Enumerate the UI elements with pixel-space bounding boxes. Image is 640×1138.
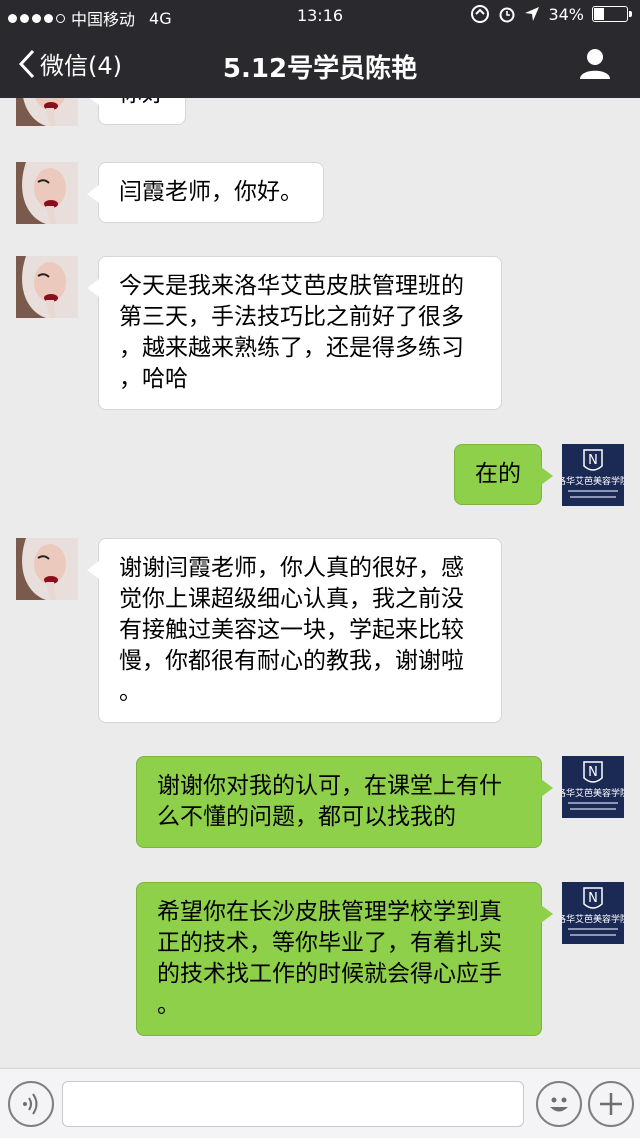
emoji-icon xyxy=(550,1097,568,1112)
brand-logo-icon: N 洛华艾芭美容学院 xyxy=(562,882,624,944)
message-line: 慢，你都很有耐心的教我，谢谢啦 xyxy=(119,648,464,674)
contact-avatar-image xyxy=(16,98,78,126)
chat-title: 5.12号学员陈艳 xyxy=(222,54,418,84)
avatar[interactable] xyxy=(16,162,78,224)
voice-button[interactable] xyxy=(8,1081,54,1127)
message-line: 觉你上课超级细心认真，我之前没 xyxy=(119,586,464,612)
logo-letter: N xyxy=(588,765,598,780)
logo-letter: N xyxy=(588,891,598,906)
message-line: 有接触过美容这一块，学起来比较 xyxy=(119,617,464,643)
avatar[interactable] xyxy=(16,538,78,600)
message-line: 。 xyxy=(119,679,142,705)
message-bubble-incoming[interactable]: 谢谢闫霞老师，你人真的很好，感 觉你上课超级细心认真，我之前没 有接触过美容这一… xyxy=(87,538,502,723)
message-line: 么不懂的问题，都可以找我的 xyxy=(157,804,456,830)
message-line: 。 xyxy=(157,992,180,1018)
message-line: 谢谢闫霞老师，你人真的很好，感 xyxy=(119,555,464,581)
message-text: 闫霞老师，你好。 xyxy=(119,179,303,205)
avatar-self[interactable]: N 洛华艾芭美容学院 xyxy=(562,882,624,944)
alarm-icon xyxy=(499,7,515,23)
message-line: 希望你在长沙皮肤管理学校学到真 xyxy=(157,899,502,925)
logo-name: 洛华艾芭美容学院 xyxy=(562,913,624,925)
brand-logo-icon: N 洛华艾芭美容学院 xyxy=(562,444,624,506)
message-line: 第三天，手法技巧比之前好了很多 xyxy=(119,304,464,330)
message-text: 你好 xyxy=(119,98,165,107)
battery-label: 34% xyxy=(548,4,584,24)
message-line: 的技术找工作的时候就会得心应手 xyxy=(157,961,502,987)
top-bar: 中国移动 4G 13:16 34% 微信(4) 5.12号学员陈艳 xyxy=(0,0,640,98)
sync-icon xyxy=(471,5,490,23)
message-line: ，越来越来熟练了，还是得多练习 xyxy=(119,335,464,361)
message-line: 今天是我来洛华艾芭皮肤管理班的 xyxy=(119,273,464,299)
message-bubble-incoming[interactable]: 今天是我来洛华艾芭皮肤管理班的 第三天，手法技巧比之前好了很多 ，越来越来熟练了… xyxy=(87,256,502,410)
message-line: ，哈哈 xyxy=(119,366,188,392)
contact-avatar-image xyxy=(16,162,78,224)
message-input[interactable] xyxy=(62,1081,524,1127)
logo-name: 洛华艾芭美容学院 xyxy=(562,787,624,799)
contact-avatar-image xyxy=(16,538,78,600)
emoji-button[interactable] xyxy=(536,1081,582,1127)
logo-name: 洛华艾芭美容学院 xyxy=(562,475,624,487)
battery-level xyxy=(594,8,605,20)
message-text: 在的 xyxy=(475,461,521,487)
input-bar xyxy=(0,1068,640,1138)
avatar[interactable] xyxy=(16,256,78,318)
logo-letter: N xyxy=(588,453,598,468)
plus-icon xyxy=(600,1093,622,1115)
chat-area[interactable]: 你好 闫霞老师，你好。 今天是我来洛华艾芭皮肤管理班的 第三天，手法技巧比之前好… xyxy=(0,98,640,1068)
avatar-self[interactable]: N 洛华艾芭美容学院 xyxy=(562,444,624,506)
avatar[interactable] xyxy=(16,98,78,126)
status-bar: 中国移动 4G 13:16 34% xyxy=(0,0,640,32)
message-line: 正的技术，等你毕业了，有着扎实 xyxy=(157,930,502,956)
status-right: 34% xyxy=(470,4,632,24)
message-bubble-incoming[interactable]: 你好 xyxy=(87,98,186,125)
nav-bar: 微信(4) 5.12号学员陈艳 xyxy=(0,32,640,98)
contact-avatar-image xyxy=(16,256,78,318)
message-line: 谢谢你对我的认可，在课堂上有什 xyxy=(157,773,502,799)
voice-icon xyxy=(23,1093,38,1115)
message-bubble-outgoing[interactable]: 希望你在长沙皮肤管理学校学到真 正的技术，等你毕业了，有着扎实 的技术找工作的时… xyxy=(136,882,553,1036)
person-icon[interactable] xyxy=(578,46,612,80)
message-bubble-incoming[interactable]: 闫霞老师，你好。 xyxy=(87,162,324,223)
more-button[interactable] xyxy=(588,1081,634,1127)
battery-icon xyxy=(592,6,632,22)
avatar-self[interactable]: N 洛华艾芭美容学院 xyxy=(562,756,624,818)
message-bubble-outgoing[interactable]: 在的 xyxy=(454,444,553,505)
message-bubble-outgoing[interactable]: 谢谢你对我的认可，在课堂上有什 么不懂的问题，都可以找我的 xyxy=(136,756,553,848)
brand-logo-icon: N 洛华艾芭美容学院 xyxy=(562,756,624,818)
location-arrow-icon xyxy=(525,7,540,21)
